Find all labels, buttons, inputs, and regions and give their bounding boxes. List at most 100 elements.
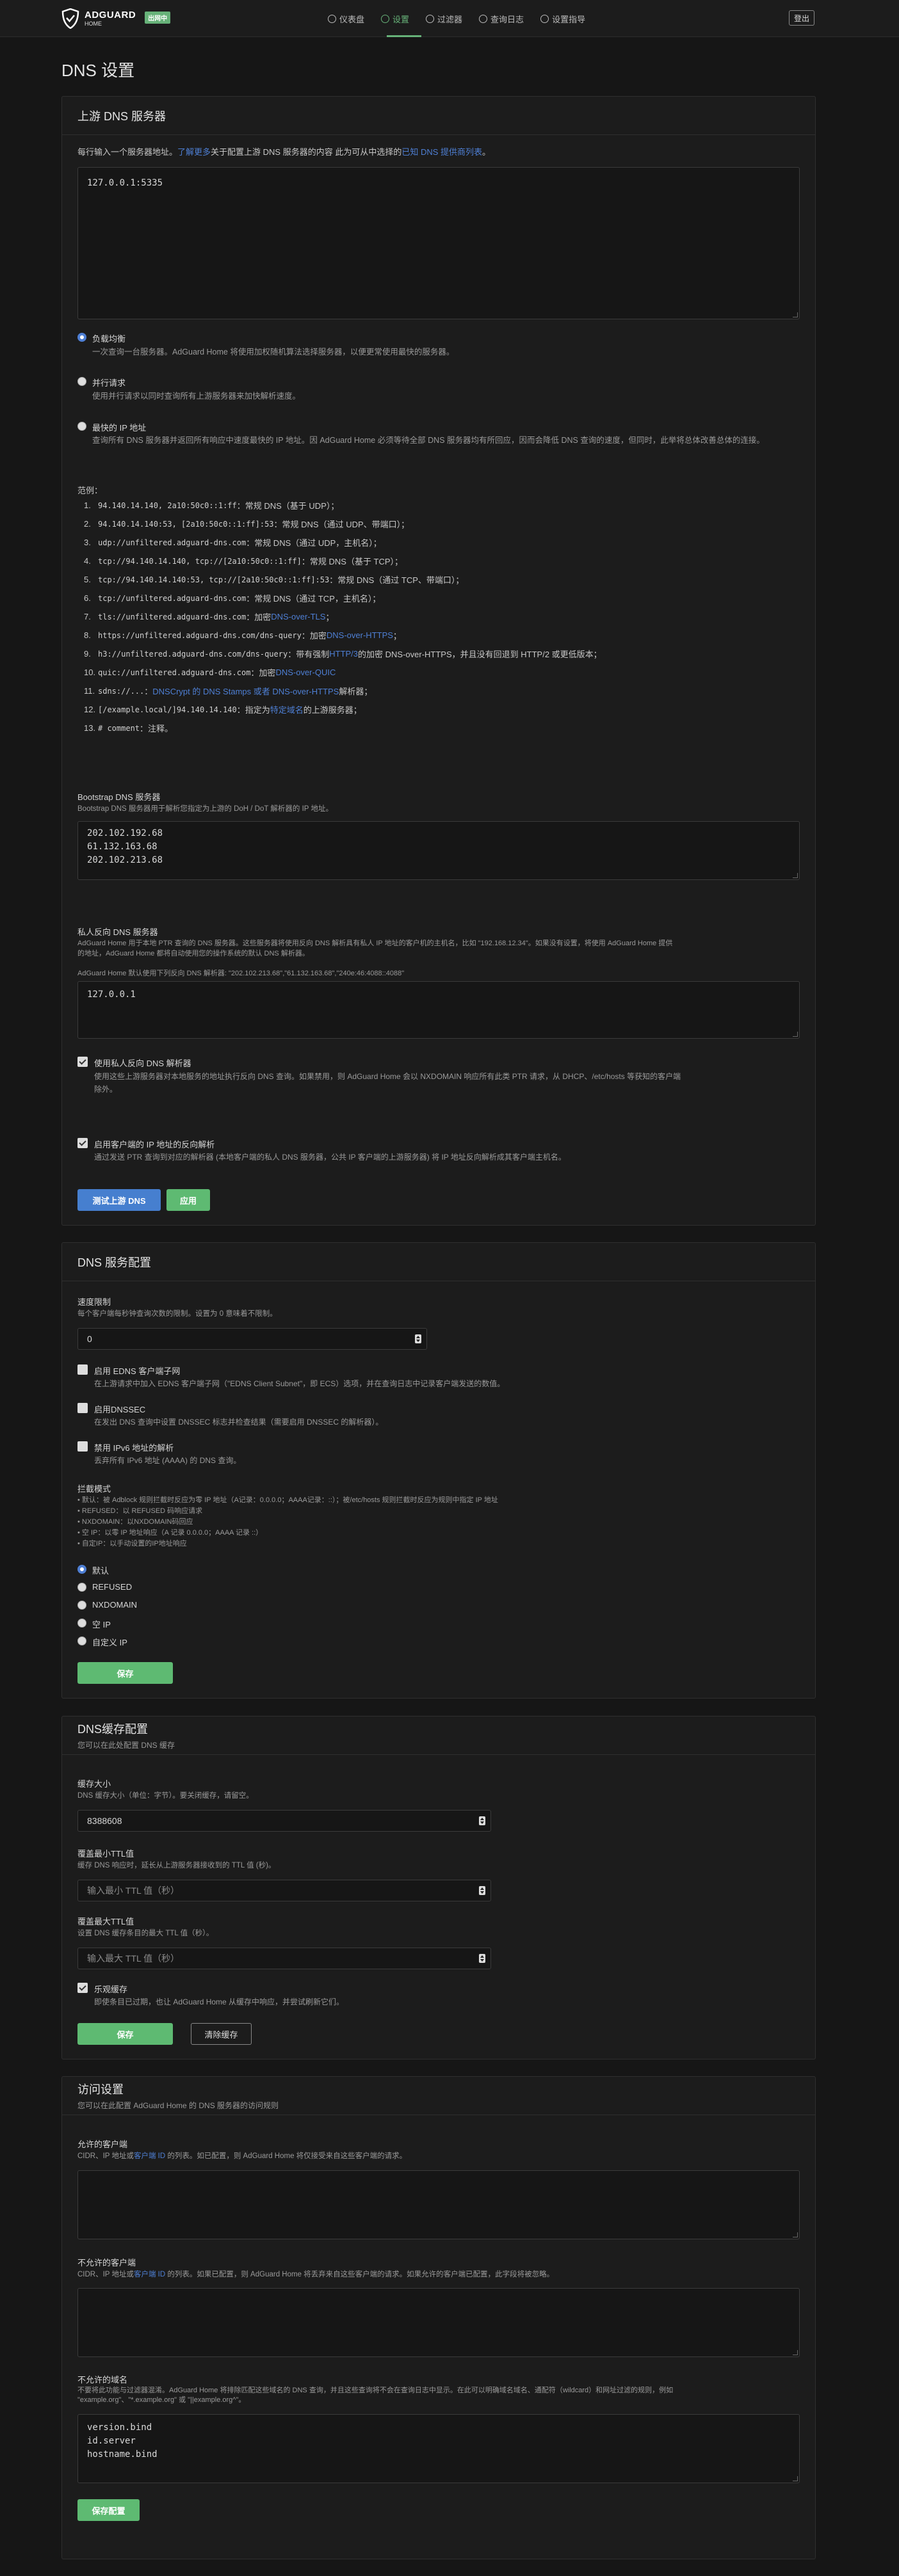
mode-title: 负载均衡 xyxy=(92,334,126,344)
dns-providers-link[interactable]: 已知 DNS 提供商列表 xyxy=(401,147,482,157)
max-ttl-desc: 设置 DNS 缓存条目的最大 TTL 值（秒）。 xyxy=(77,1930,214,1937)
disallowed-domains-textarea[interactable]: version.bind id.server hostname.bind xyxy=(77,2414,800,2483)
apply-button[interactable]: 应用 xyxy=(166,1189,210,1211)
dnssec-checkbox[interactable] xyxy=(77,1403,88,1413)
rate-limit-input[interactable]: 0 xyxy=(77,1328,427,1350)
example-code: https://unfiltered.adguard-dns.com/dns-q… xyxy=(98,630,302,640)
card-title: 访问设置 xyxy=(77,2083,124,2096)
private-dns-title: 私人反向 DNS 服务器 xyxy=(77,927,158,937)
example-link[interactable]: 特定域名 xyxy=(270,703,304,716)
upstream-servers-textarea[interactable]: 127.0.0.1:5335 xyxy=(77,167,800,319)
desc-line: 不要将此功能与过滤器混淆。AdGuard Home 将排除匹配这些域名的 DNS… xyxy=(77,2387,674,2394)
desc-line: "example.org"、"*.example.org" 或 "||examp… xyxy=(77,2396,246,2404)
save-dns-config-button[interactable]: 保存 xyxy=(77,1662,173,1684)
resize-handle[interactable] xyxy=(793,312,798,317)
save-cache-button[interactable]: 保存 xyxy=(77,2023,173,2045)
clear-cache-button[interactable]: 清除缓存 xyxy=(191,2023,252,2045)
resolve-clients-checkbox[interactable] xyxy=(77,1138,88,1148)
checkbox-desc: 在上游请求中加入 EDNS 客户端子网（"EDNS Client Subnet"… xyxy=(94,1379,505,1388)
client-id-link[interactable]: 客户端 ID xyxy=(134,2271,165,2278)
nav-setup-guide[interactable]: 设置指导 xyxy=(540,12,585,26)
logo[interactable]: ADGUARD HOME 出网中 xyxy=(61,8,171,29)
stepper-icon[interactable] xyxy=(479,1954,485,1963)
example-text: ：常规 DNS（基于 UDP）； xyxy=(236,501,339,511)
private-dns-desc: AdGuard Home 用于本地 PTR 查询的 DNS 服务器。这些服务器将… xyxy=(77,938,672,959)
learn-more-link[interactable]: 了解更多 xyxy=(177,147,211,157)
list-item: NXDOMAIN：以NXDOMAIN码回应 xyxy=(77,1517,498,1528)
radio-block-null-ip[interactable] xyxy=(77,1619,86,1628)
dns-cache-card: DNS缓存配置 您可以在此处配置 DNS 缓存 缓存大小 DNS 缓存大小（单位：… xyxy=(61,1716,816,2060)
checkbox-title: 乐观缓存 xyxy=(94,1985,128,1994)
blocking-mode-title: 拦截模式 xyxy=(77,1484,111,1494)
stepper-icon[interactable] xyxy=(415,1334,421,1343)
disallowed-clients-textarea[interactable] xyxy=(77,2288,800,2357)
example-text: 解析器； xyxy=(339,687,373,696)
example-link[interactable]: HTTP/3 xyxy=(329,649,358,659)
list-item: 1. 94.140.14.140, 2a10:50c0::1:ff ：常规 DNS（… xyxy=(84,500,339,511)
allowed-clients-textarea[interactable] xyxy=(77,2170,800,2239)
nav-label: 过滤器 xyxy=(437,14,463,24)
private-dns-textarea[interactable]: 127.0.0.1 xyxy=(77,981,800,1039)
example-link[interactable]: DNS-over-HTTPS xyxy=(327,630,393,640)
example-text: ：加密 xyxy=(250,668,276,678)
nav-filters[interactable]: 过滤器 xyxy=(426,12,462,26)
resize-handle[interactable] xyxy=(793,2476,798,2481)
radio-parallel[interactable] xyxy=(77,377,86,386)
nav-settings[interactable]: 设置 xyxy=(381,12,409,26)
intro-text: 关于配置上游 DNS 服务器的内容 此为可从中选择的 xyxy=(211,147,402,157)
logout-button[interactable]: 登出 xyxy=(789,10,814,26)
mode-title: 最快的 IP 地址 xyxy=(92,423,147,433)
logo-title: ADGUARD xyxy=(85,10,136,20)
card-subtitle: 您可以在此配置 AdGuard Home 的 DNS 服务器的访问规则 xyxy=(77,2101,279,2110)
cache-size-input[interactable]: 8388608 xyxy=(77,1810,491,1832)
test-upstream-button[interactable]: 测试上游 DNS xyxy=(77,1189,161,1211)
list-item: 3. udp://unfiltered.adguard-dns.com ：常规 DN… xyxy=(84,538,382,548)
resize-handle[interactable] xyxy=(793,873,798,878)
desc-line: 的地址，AdGuard Home 都将自动使用您的操作系统的默认 DNS 解析器… xyxy=(77,950,309,957)
list-item: 6. tcp://unfiltered.adguard-dns.com ：常规 DN… xyxy=(84,593,381,604)
resize-handle[interactable] xyxy=(793,1032,798,1037)
desc-line: AdGuard Home 用于本地 PTR 查询的 DNS 服务器。这些服务器将… xyxy=(77,940,673,947)
dns-config-card: DNS 服务配置 速度限制 每个客户端每秒钟查询次数的限制。设置为 0 意味着不… xyxy=(61,1242,816,1699)
example-text: ：常规 DNS（通过 TCP、带端口）； xyxy=(329,575,464,585)
save-access-button[interactable]: 保存配置 xyxy=(77,2499,140,2521)
resize-handle[interactable] xyxy=(793,2350,798,2355)
nav-dashboard[interactable]: 仪表盘 xyxy=(328,12,364,26)
stepper-icon[interactable] xyxy=(479,1816,485,1825)
radio-load-balance[interactable] xyxy=(77,333,86,342)
nav-label: 设置 xyxy=(393,14,410,24)
disallowed-domains-desc: 不要将此功能与过滤器混淆。AdGuard Home 将排除匹配这些域名的 DNS… xyxy=(77,2386,673,2405)
edns-checkbox[interactable] xyxy=(77,1364,88,1375)
list-item: 11. sdns://...： DNSCrypt 的 DNS Stamps 或者 D… xyxy=(84,685,373,697)
page-title: DNS 设置 xyxy=(61,61,135,80)
radio-block-default[interactable] xyxy=(77,1565,86,1574)
client-id-link[interactable]: 客户端 ID xyxy=(134,2152,165,2160)
radio-label: REFUSED xyxy=(92,1582,133,1592)
min-ttl-input[interactable]: 输入最小 TTL 值（秒） xyxy=(77,1880,491,1901)
checkbox-desc: 使用这些上游服务器对本地服务的地址执行反向 DNS 查询。如果禁用，则 AdGu… xyxy=(94,1070,681,1096)
example-link[interactable]: DNSCrypt 的 DNS Stamps 或者 DNS-over-HTTPS xyxy=(152,685,339,697)
access-settings-card: 访问设置 您可以在此配置 AdGuard Home 的 DNS 服务器的访问规则 … xyxy=(61,2076,816,2559)
nav-query-log[interactable]: 查询日志 xyxy=(479,12,524,26)
resize-handle[interactable] xyxy=(793,2232,798,2237)
checkbox-desc: 即使条目已过期，也让 AdGuard Home 从缓存中响应，并尝试刷新它们。 xyxy=(94,1997,344,2006)
nav-label: 仪表盘 xyxy=(339,14,365,24)
bootstrap-textarea[interactable]: 202.102.192.68 61.132.163.68 202.102.213… xyxy=(77,821,800,880)
radio-block-custom-ip[interactable] xyxy=(77,1636,86,1645)
disable-ipv6-checkbox[interactable] xyxy=(77,1441,88,1452)
mode-desc: 一次查询一台服务器。AdGuard Home 将使用加权随机算法选择服务器，以便… xyxy=(92,348,455,356)
example-text: ：加密 xyxy=(246,612,271,622)
example-text: ：指定为 xyxy=(236,705,270,715)
radio-fastest-ip[interactable] xyxy=(77,422,86,431)
radio-block-nxdomain[interactable] xyxy=(77,1601,86,1610)
disallowed-clients-desc: CIDR、IP 地址或客户端 ID 的列表。如果已配置，则 AdGuard Ho… xyxy=(77,2269,554,2279)
stepper-icon[interactable] xyxy=(479,1886,485,1895)
example-text: ： xyxy=(144,687,153,696)
radio-block-refused[interactable] xyxy=(77,1583,86,1592)
desc-text: CIDR、IP 地址或 xyxy=(77,2271,134,2278)
use-private-dns-checkbox[interactable] xyxy=(77,1057,88,1067)
max-ttl-input[interactable]: 输入最大 TTL 值（秒） xyxy=(77,1948,491,1969)
example-link[interactable]: DNS-over-QUIC xyxy=(275,668,336,677)
optimistic-cache-checkbox[interactable] xyxy=(77,1983,88,1993)
example-link[interactable]: DNS-over-TLS xyxy=(271,612,325,621)
